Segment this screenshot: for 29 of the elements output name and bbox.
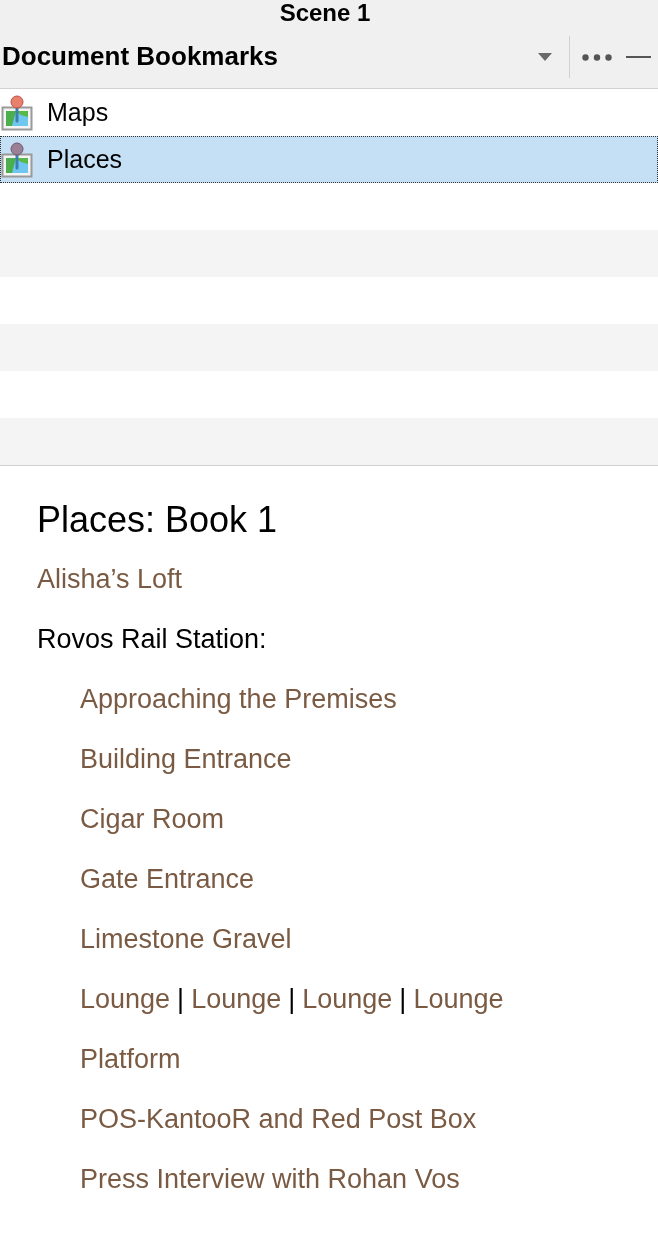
bookmark-link[interactable]: Alisha’s Loft [37, 563, 183, 595]
bookmark-link[interactable]: Lounge [191, 983, 282, 1015]
bookmark-link[interactable]: Limestone Gravel [80, 923, 292, 955]
bookmark-link[interactable]: Cigar Room [80, 803, 225, 835]
map-pin-icon [1, 94, 33, 131]
map-pin-icon [1, 141, 33, 178]
caret-icon [538, 53, 552, 61]
bookmark-link[interactable]: Gate Entrance [80, 863, 255, 895]
separator-text: | [177, 983, 185, 1015]
minimize-icon [625, 56, 651, 58]
bookmark-link[interactable]: Lounge [80, 983, 171, 1015]
bookmark-link[interactable]: Approaching the Premises [80, 683, 397, 715]
more-icon [582, 53, 612, 61]
section-label: Rovos Rail Station: [37, 623, 267, 655]
bookmark-row[interactable]: Maps [0, 89, 658, 136]
window-title: Scene 1 [279, 0, 371, 26]
panel-title: Document Bookmarks [1, 40, 279, 72]
bookmark-link[interactable]: Lounge [413, 983, 504, 1015]
bookmark-link[interactable]: Lounge [302, 983, 393, 1015]
separator-text: | [288, 983, 296, 1015]
bookmark-link[interactable]: Platform [80, 1043, 181, 1075]
bookmark-row[interactable]: Places [0, 136, 658, 183]
bookmark-label: Places [47, 145, 123, 174]
bookmark-link[interactable]: Press Interview with Rohan Vos [80, 1163, 460, 1195]
bookmark-label: Maps [47, 98, 109, 127]
separator-text: | [399, 983, 407, 1015]
document-title: Places: Book 1 [37, 498, 279, 542]
bookmark-link[interactable]: Building Entrance [80, 743, 292, 775]
bookmark-link[interactable]: POS-KantooR and Red Post Box [80, 1103, 477, 1135]
